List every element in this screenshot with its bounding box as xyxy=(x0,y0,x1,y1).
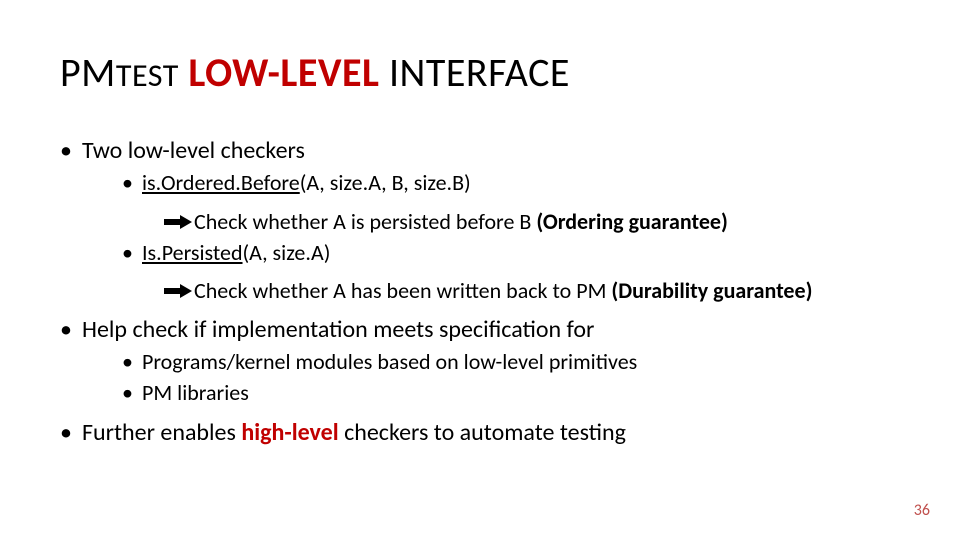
sub-isorderedbefore: is.Ordered.Before(A, size.A, B, size.B) xyxy=(122,169,900,198)
title-lowlevel: LOW-LEVEL xyxy=(188,48,379,97)
arrow-1-pre: Check whether A is persisted before B xyxy=(194,208,536,235)
fn-ispersisted: Is.Persisted xyxy=(142,239,243,266)
fn-isorderedbefore-args: (A, size.A, B, size.B) xyxy=(300,169,471,196)
bullet-1: Two low-level checkers is.Ordered.Before… xyxy=(60,135,900,306)
bullet-3-pre: Further enables xyxy=(82,418,241,447)
bullet-2: Help check if implementation meets speci… xyxy=(60,314,900,408)
fn-isorderedbefore: is.Ordered.Before xyxy=(142,169,300,196)
bullet-1-sub: is.Ordered.Before(A, size.A, B, size.B) xyxy=(122,169,900,198)
arrow-icon xyxy=(164,284,194,298)
title-pm: PM xyxy=(60,48,116,97)
bullet-3: Further enables high-level checkers to a… xyxy=(60,417,900,449)
slide-body: PMTEST LOW-LEVEL INTERFACE Two low-level… xyxy=(0,0,960,474)
arrow-2-text: Check whether A has been written back to… xyxy=(194,277,812,306)
arrow-icon xyxy=(164,215,194,229)
bullet-3-red: high-level xyxy=(241,418,338,447)
bullet-2-sub: Programs/kernel modules based on low-lev… xyxy=(122,348,900,407)
bullet-1-text: Two low-level checkers xyxy=(82,136,305,165)
sub-programs: Programs/kernel modules based on low-lev… xyxy=(122,348,900,377)
bullet-3-post: checkers to automate testing xyxy=(339,418,626,447)
fn-ispersisted-args: (A, size.A) xyxy=(243,239,331,266)
page-number: 36 xyxy=(914,501,930,520)
title-est: TEST xyxy=(116,56,179,95)
arrow-1-text: Check whether A is persisted before B (O… xyxy=(194,208,728,237)
arrow-line-1: Check whether A is persisted before B (O… xyxy=(164,208,900,237)
arrow-2-bold: (Durability guarantee) xyxy=(611,277,812,304)
arrow-line-2: Check whether A has been written back to… xyxy=(164,277,900,306)
bullet-1-sub2: Is.Persisted(A, size.A) xyxy=(122,239,900,268)
arrow-1-bold: (Ordering guarantee) xyxy=(536,208,728,235)
slide-title: PMTEST LOW-LEVEL INTERFACE xyxy=(60,48,900,97)
title-interface: INTERFACE xyxy=(389,48,570,97)
bullet-list: Two low-level checkers is.Ordered.Before… xyxy=(60,135,900,450)
sub-pmlibraries: PM libraries xyxy=(122,379,900,408)
sub-ispersisted: Is.Persisted(A, size.A) xyxy=(122,239,900,268)
bullet-2-text: Help check if implementation meets speci… xyxy=(82,315,594,344)
arrow-2-pre: Check whether A has been written back to… xyxy=(194,277,611,304)
